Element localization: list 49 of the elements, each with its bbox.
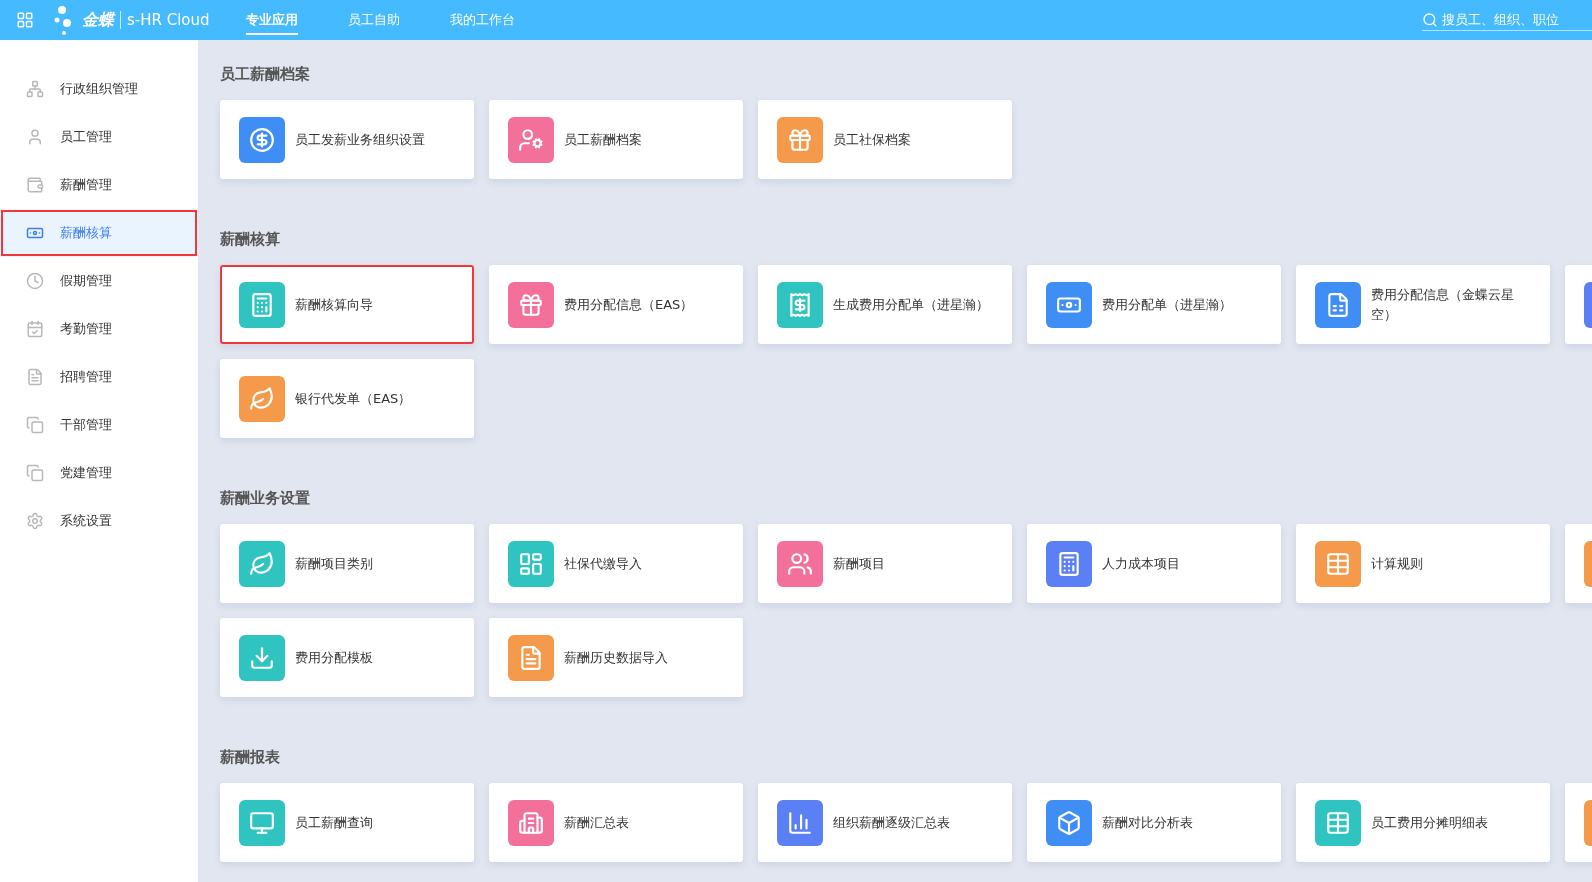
- app-card[interactable]: 员工薪酬查询: [220, 783, 474, 862]
- sidebar-item[interactable]: 招聘管理: [0, 353, 198, 401]
- menu-icon: [26, 128, 44, 146]
- menu-icon: [26, 320, 44, 338]
- menu-icon: [26, 176, 44, 194]
- app-card[interactable]: 人力成本项目: [1027, 524, 1281, 603]
- menu-icon: [26, 464, 44, 482]
- app-card[interactable]: 生成费用分配单（进星瀚）: [758, 265, 1012, 344]
- sidebar-item[interactable]: 党建管理: [0, 449, 198, 497]
- app-card[interactable]: 员工社保档案: [758, 100, 1012, 179]
- app-card[interactable]: 薪酬项目类别: [220, 524, 474, 603]
- section-title: 薪酬业务设置: [220, 488, 311, 509]
- app-card[interactable]: 员工费用分摊明细表: [1296, 783, 1550, 862]
- menu-icon: [26, 272, 44, 290]
- app-card[interactable]: 费用分配信息（EAS）: [489, 265, 743, 344]
- app-card[interactable]: 薪酬汇总表: [489, 783, 743, 862]
- section-title: 员工薪酬档案: [220, 64, 311, 85]
- section-title: 薪酬核算: [220, 229, 281, 250]
- app-card[interactable]: 费用分配模板: [220, 618, 474, 697]
- sidebar-item[interactable]: 考勤管理: [0, 305, 198, 353]
- app-card[interactable]: 薪酬项目: [758, 524, 1012, 603]
- sidebar-item[interactable]: 薪酬管理: [0, 161, 198, 209]
- search-icon: [1422, 11, 1438, 28]
- app-grid-icon[interactable]: [16, 11, 34, 29]
- app-card[interactable]: 费用分配单（进星瀚）: [1027, 265, 1281, 344]
- menu-icon: [26, 80, 44, 98]
- app-card[interactable]: 银行代发单（EAS）: [220, 359, 474, 438]
- section-title: 薪酬报表: [220, 747, 281, 768]
- menu-icon: [26, 512, 44, 530]
- app-card[interactable]: 员工发薪业务组织设置: [220, 100, 474, 179]
- sidebar-item[interactable]: 薪酬核算: [0, 209, 198, 257]
- search-field[interactable]: 搜员工、组织、职位: [1422, 9, 1592, 31]
- app-card[interactable]: 计算规则: [1296, 524, 1550, 603]
- logo-product: s-HR Cloud: [120, 11, 210, 29]
- logo-brand: 金蝶: [82, 9, 114, 31]
- menu-icon: [26, 416, 44, 434]
- app-card[interactable]: 薪酬核算向导: [220, 265, 474, 344]
- sidebar-item[interactable]: 假期管理: [0, 257, 198, 305]
- sidebar-item[interactable]: 员工管理: [0, 113, 198, 161]
- app-card[interactable]: 社保代缴导入: [489, 524, 743, 603]
- app-card[interactable]: 员工薪酬档案: [489, 100, 743, 179]
- sidebar-item[interactable]: 干部管理: [0, 401, 198, 449]
- menu-icon: [26, 368, 44, 386]
- sidebar-item[interactable]: 行政组织管理: [0, 65, 198, 113]
- app-card[interactable]: 薪酬历史数据导入: [489, 618, 743, 697]
- app-card[interactable]: 费用分配信息（金蝶云星空）: [1296, 265, 1550, 344]
- app-card[interactable]: 组织薪酬逐级汇总表: [758, 783, 1012, 862]
- app-card[interactable]: 薪酬对比分析表: [1027, 783, 1281, 862]
- sidebar-item[interactable]: 系统设置: [0, 497, 198, 545]
